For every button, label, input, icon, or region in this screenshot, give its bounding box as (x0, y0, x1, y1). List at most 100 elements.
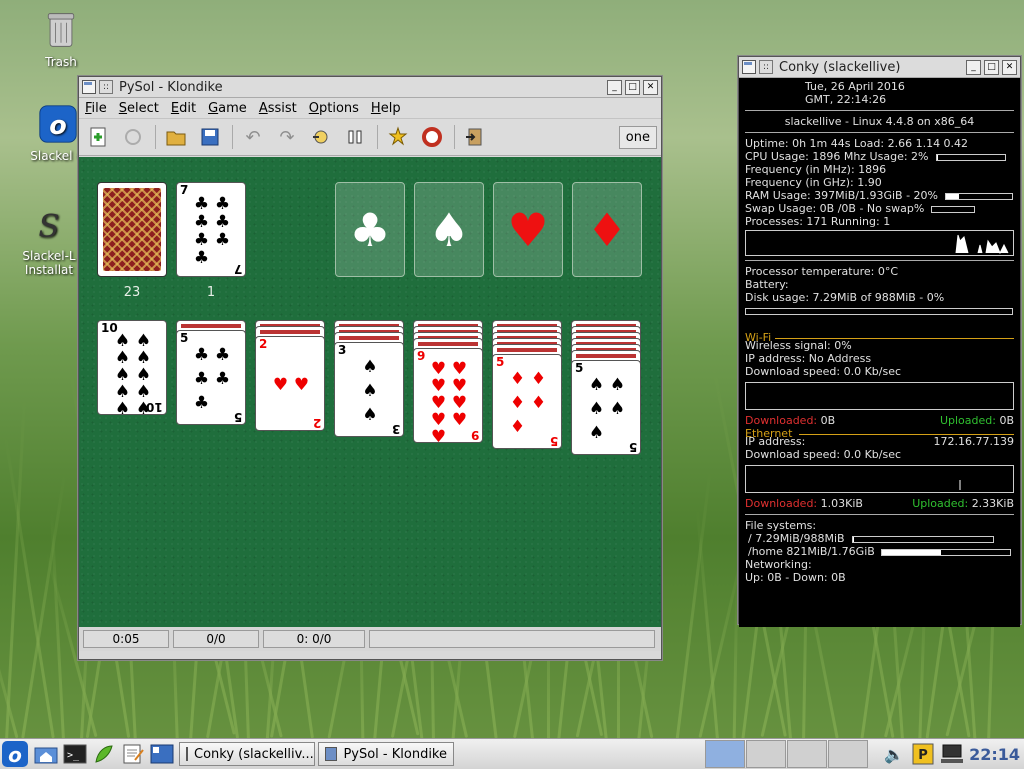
card-pips: ♠ ♠ ♠ ♠ ♠ ♠ ♠ ♠ ♠ ♠ (114, 331, 152, 419)
show-desktop-icon[interactable] (149, 741, 175, 767)
maximize-button[interactable]: □ (625, 79, 640, 95)
workspace-1[interactable] (705, 740, 746, 768)
window-options-icon[interactable]: :: (99, 80, 113, 94)
card-rank: 5 (180, 331, 189, 345)
tableau-card[interactable]: 5 ♦ ♦ ♦ ♦ ♦ 5 (492, 354, 562, 449)
clock[interactable]: 22:14 (969, 745, 1020, 764)
fs-root-row: / 7.29MiB/988MiB (745, 532, 1014, 545)
taskbar: o >_ Conky (slackelliv... PySol - Klondi… (0, 738, 1024, 769)
disk-bar-row (745, 304, 1014, 317)
tableau-card[interactable]: 5 ♠ ♠ ♠ ♠ ♠ 5 (571, 360, 641, 455)
minimize-button[interactable]: _ (966, 59, 981, 75)
window-options-icon[interactable]: :: (759, 60, 773, 74)
tableau-card[interactable]: 5 ♣ ♣ ♣ ♣ ♣ 5 (176, 330, 246, 425)
toolbar-separator (454, 125, 455, 149)
fs-home-bar (881, 548, 1012, 556)
quit-icon[interactable] (461, 123, 489, 151)
workspace-2[interactable] (746, 740, 787, 768)
foundation-spades[interactable]: ♠ (414, 182, 484, 277)
task-conky[interactable]: Conky (slackelliv... (179, 742, 315, 766)
grass-blade (50, 512, 65, 740)
net-line: Up: 0B - Down: 0B (745, 571, 846, 584)
menu-game[interactable]: Game (202, 101, 253, 116)
browser-icon[interactable] (91, 741, 117, 767)
installer-icon: S (38, 209, 59, 245)
conky-time: GMT, 22:14:26 (805, 93, 887, 106)
network-icon[interactable] (939, 741, 965, 767)
card-rank: 5 (628, 440, 637, 454)
maximize-button[interactable]: □ (984, 59, 999, 75)
menu-options[interactable]: Options (303, 101, 365, 116)
volume-icon[interactable]: 🔈 (881, 741, 907, 767)
player-name-field[interactable]: one (618, 125, 657, 149)
desktop-icon-label: Trash (45, 55, 77, 69)
menu-file[interactable]: File (79, 101, 113, 116)
conky-swap-row: Swap Usage: 0B /0B - No swap% (745, 202, 1014, 215)
minimize-button[interactable]: _ (607, 79, 622, 95)
fs-root: / 7.29MiB/988MiB (748, 532, 845, 545)
svg-text:o: o (49, 111, 66, 141)
restart-icon[interactable] (119, 123, 147, 151)
package-manager-icon[interactable]: P (910, 741, 936, 767)
terminal-icon[interactable]: >_ (62, 741, 88, 767)
status-score: 0: 0/0 (263, 630, 365, 648)
window-title: Conky (slackellive) (779, 59, 901, 75)
card-rank: 7 (233, 262, 242, 276)
card-rank: 7 (180, 183, 189, 197)
wifi-graph (745, 382, 1014, 410)
pause-icon[interactable] (341, 123, 369, 151)
menu-select[interactable]: Select (113, 101, 165, 116)
undo-icon[interactable]: ↶ (239, 123, 267, 151)
redo-icon[interactable]: ↷ (273, 123, 301, 151)
desktop-icon-installer[interactable]: S Slackel-L Installat (18, 204, 80, 277)
autodrop-icon[interactable] (307, 123, 335, 151)
card-rank: 2 (312, 416, 321, 430)
conky-titlebar[interactable]: :: Conky (slackellive) _ □ ✕ (739, 57, 1020, 78)
tableau-card[interactable]: 9 ♥ ♥ ♥ ♥ ♥ ♥ ♥ ♥ ♥ 9 (413, 348, 483, 446)
pysol-titlebar[interactable]: :: PySol - Klondike _ □ ✕ (79, 77, 661, 98)
toolbar: ↶ ↷ one (79, 118, 661, 156)
tableau-card[interactable]: 3 ♠ ♠ ♠ 3 (334, 342, 404, 437)
start-menu-button[interactable]: o (0, 741, 30, 767)
eth-ip-row: IP address: 172.16.77.139 (745, 435, 1014, 448)
workspace-4[interactable] (828, 740, 869, 768)
window-menu-icon[interactable] (82, 80, 96, 94)
menu-help[interactable]: Help (365, 101, 407, 116)
desktop-icon-trash[interactable]: Trash (21, 10, 101, 69)
statistics-icon[interactable] (384, 123, 412, 151)
desktop-icon-label: Slackel-L Installat (22, 249, 76, 277)
tableau-card[interactable]: 10 ♠ ♠ ♠ ♠ ♠ ♠ ♠ ♠ ♠ ♠ 10 (97, 320, 167, 419)
statusbar: 0:05 0/0 0: 0/0 (79, 627, 661, 651)
conky-panel: Tue, 26 April 2016 GMT, 22:14:26 slackel… (739, 78, 1020, 627)
card-rank: 10 (146, 400, 163, 414)
foundation-hearts[interactable]: ♥ (493, 182, 563, 277)
rules-icon[interactable] (418, 123, 446, 151)
foundation-clubs[interactable]: ♣ (335, 182, 405, 277)
window-menu-icon[interactable] (742, 60, 756, 74)
wifi-uploaded-label: Uploaded: (939, 414, 996, 427)
close-button[interactable]: ✕ (643, 79, 658, 95)
wifi-signal: Wireless signal: 0% (745, 339, 852, 352)
tableau-card[interactable]: 2 ♥ ♥ 2 (255, 336, 325, 431)
save-icon[interactable] (196, 123, 224, 151)
task-pysol[interactable]: PySol - Klondike (318, 742, 454, 766)
stock-pile[interactable] (97, 182, 167, 277)
menubar: File Select Edit Game Assist Options Hel… (79, 98, 661, 118)
conky-battery: Battery: (745, 278, 789, 291)
new-game-icon[interactable] (85, 123, 113, 151)
text-editor-icon[interactable] (120, 741, 146, 767)
menu-edit[interactable]: Edit (165, 101, 202, 116)
open-icon[interactable] (162, 123, 190, 151)
close-button[interactable]: ✕ (1002, 59, 1017, 75)
wifi-downloaded-label: Downloaded: (745, 414, 818, 427)
eth-uploaded-value: 2.33KiB (971, 497, 1014, 510)
foundation-diamonds[interactable]: ♦ (572, 182, 642, 277)
waste-pile[interactable]: 7 ♣ ♣ ♣ ♣ ♣ ♣ ♣ 7 (176, 182, 246, 277)
home-folder-icon[interactable] (33, 741, 59, 767)
menu-assist[interactable]: Assist (253, 101, 303, 116)
swap-usage-bar (930, 205, 975, 213)
workspace-3[interactable] (787, 740, 828, 768)
game-table: 23 7 ♣ ♣ ♣ ♣ ♣ ♣ ♣ 7 1 ♣ ♠ ♥ ♦ 10 ♠ ♠ ♠ ♠ ♠ ♠ ♠ ♠ ♠ ♠ 10 5… (79, 157, 661, 627)
stock-count: 23 (123, 285, 141, 300)
wifi-downloaded-value: 0B (820, 414, 836, 427)
